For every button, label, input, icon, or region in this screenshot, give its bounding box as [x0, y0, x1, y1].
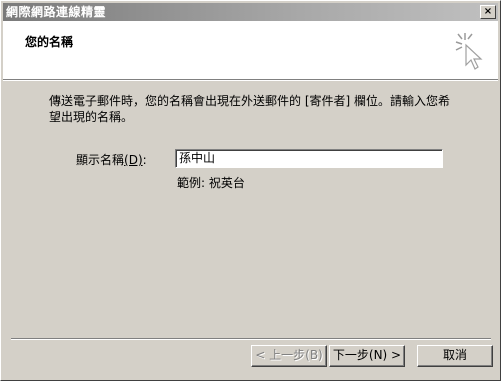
display-name-input[interactable]: 孫中山 [175, 149, 443, 168]
example-text: 範例: 祝英台 [177, 176, 245, 190]
display-name-colon: : [142, 153, 147, 167]
next-button[interactable]: 下一步(N) > [329, 345, 405, 367]
header-divider [3, 80, 498, 81]
title-bar[interactable]: 網際網路連線精靈 × [3, 3, 498, 21]
cancel-button[interactable]: 取消 [417, 345, 493, 367]
cursor-sparkle-icon [455, 33, 483, 70]
display-name-label-text: 顯示名稱 [76, 153, 125, 167]
display-name-accelerator: (D) [124, 153, 143, 167]
back-button[interactable]: < 上一步(B) [251, 345, 327, 367]
wizard-window: 網際網路連線精靈 × 您的名稱 傳送電子郵件時，您的名稱會出現在外送郵件的 [寄… [0, 0, 501, 381]
page-title: 您的名稱 [25, 35, 74, 49]
window-title: 網際網路連線精靈 [6, 5, 107, 19]
display-name-label: 顯示名稱(D): [76, 151, 147, 168]
close-button[interactable]: × [480, 5, 496, 19]
footer-divider [11, 338, 491, 340]
wizard-header: 您的名稱 [3, 21, 498, 80]
description-text: 傳送電子郵件時，您的名稱會出現在外送郵件的 [寄件者] 欄位。請輸入您希望出現的… [49, 94, 450, 124]
close-icon: × [483, 6, 493, 17]
